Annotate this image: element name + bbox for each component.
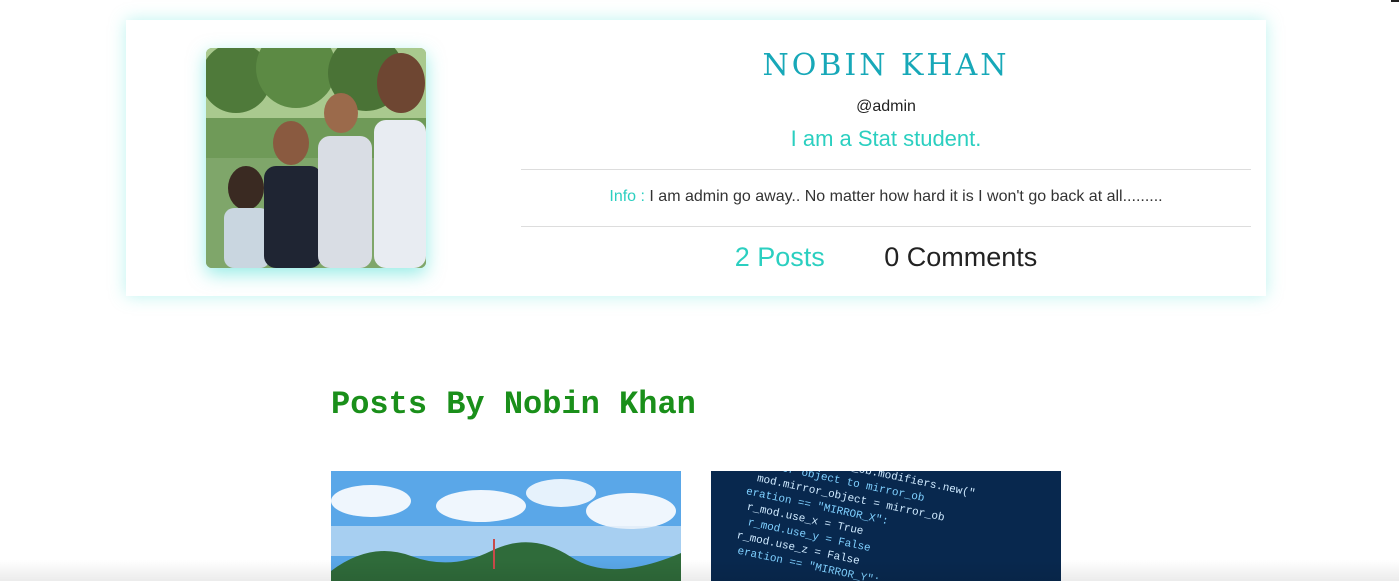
divider	[521, 169, 1251, 170]
bio-label: Info :	[609, 188, 645, 205]
profile-avatar	[206, 48, 426, 268]
scroll-edge-mark	[1391, 0, 1399, 2]
profile-tagline: I am a Stat student.	[790, 126, 982, 151]
page: NOBIN KHAN @admin I am a Stat student. I…	[0, 0, 1399, 581]
posts-section-title: Posts By Nobin Khan	[331, 386, 696, 423]
profile-card: NOBIN KHAN @admin I am a Stat student. I…	[126, 20, 1266, 296]
avatar-photo	[206, 48, 426, 268]
profile-stats: 2 Posts 0 Comments	[521, 242, 1251, 273]
posts-count[interactable]: 2 Posts	[735, 242, 825, 272]
profile-username: @admin	[856, 98, 916, 115]
profile-bio: Info : I am admin go away.. No matter ho…	[521, 188, 1251, 206]
bio-text: I am admin go away.. No matter how hard …	[649, 188, 1163, 205]
profile-info: NOBIN KHAN @admin I am a Stat student. I…	[521, 20, 1251, 296]
comments-count[interactable]: 0 Comments	[884, 242, 1037, 272]
profile-name: NOBIN KHAN	[762, 48, 1010, 83]
bottom-shadow	[0, 560, 1399, 581]
divider	[521, 226, 1251, 227]
